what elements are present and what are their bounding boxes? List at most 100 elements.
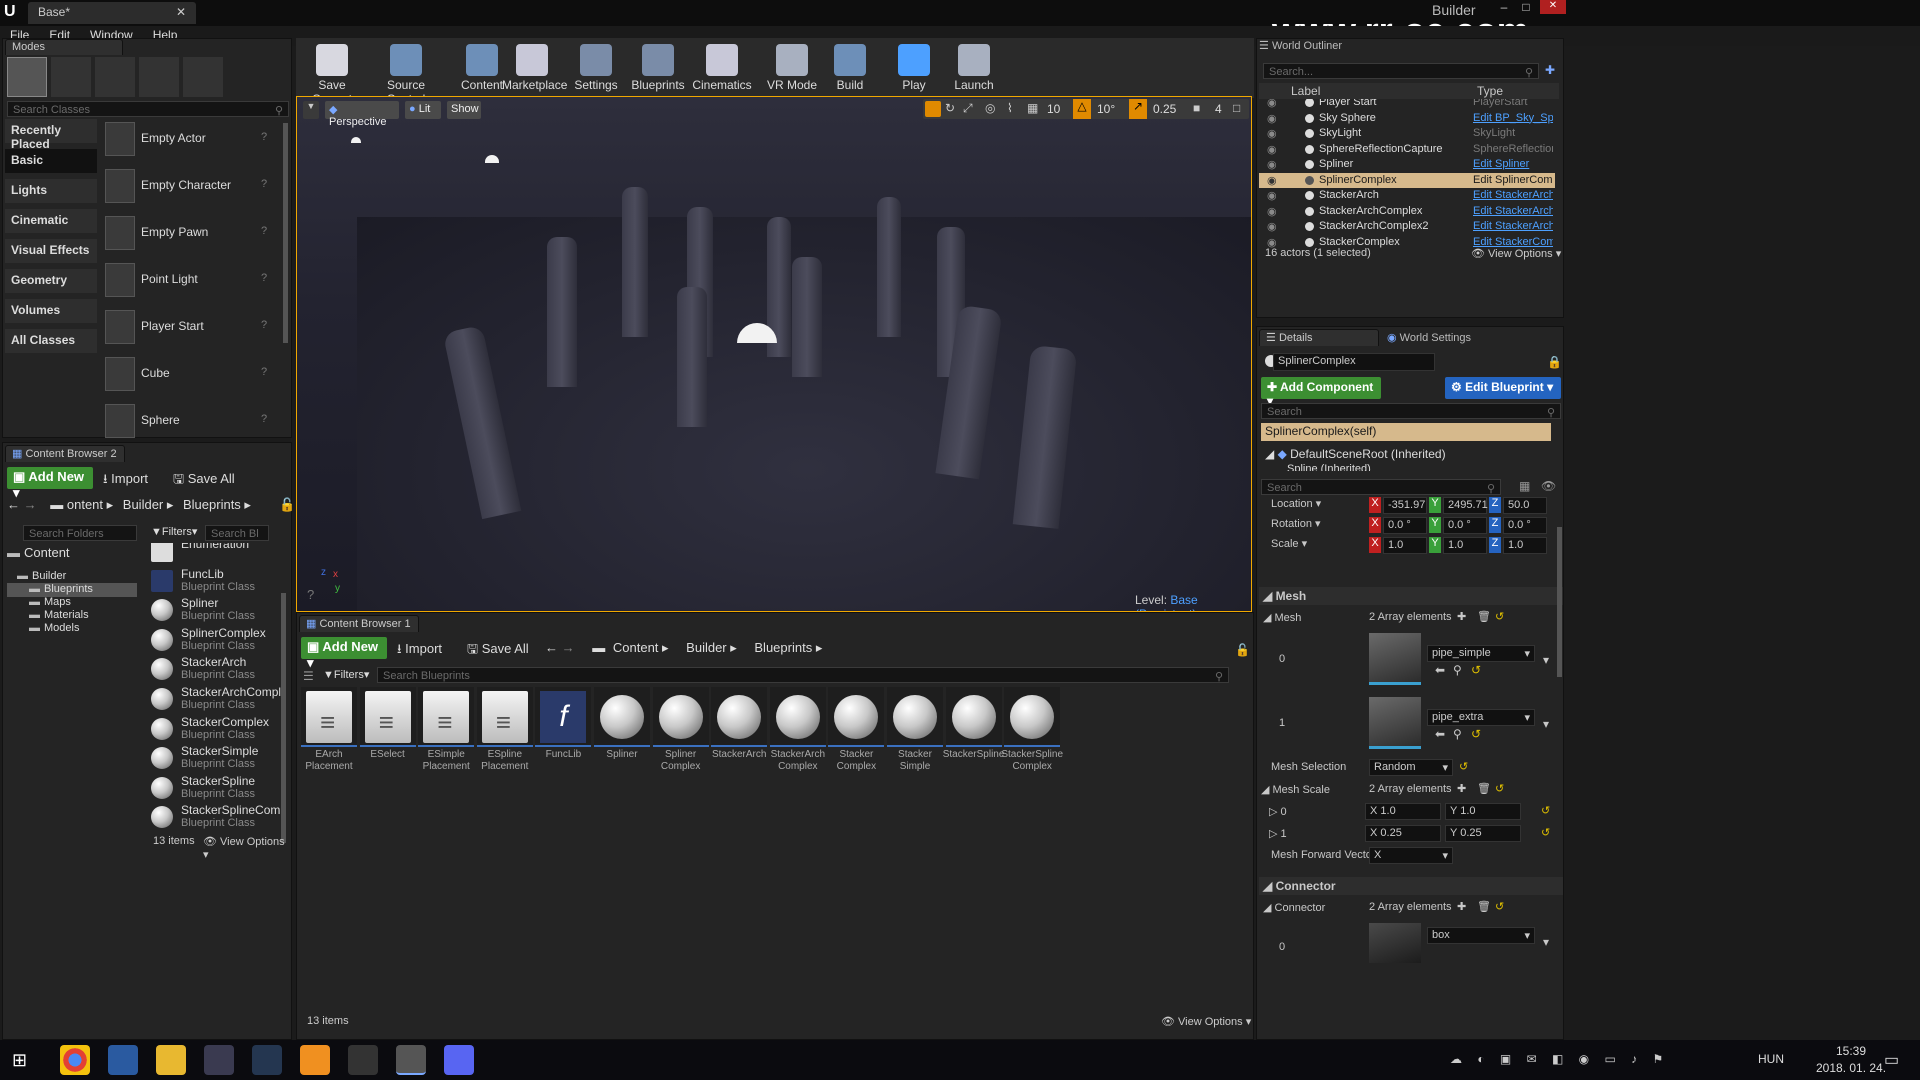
mesh-asset-picker[interactable]: pipe_extra ▾ [1427,709,1535,726]
details-scrollbar[interactable] [1557,527,1562,677]
asset-tile[interactable]: EArchPlacement [301,687,357,783]
connector-label[interactable]: ◢ Connector [1263,901,1325,914]
explorer-icon[interactable] [156,1045,186,1075]
mesh-scale-index[interactable]: ▷ 0 [1269,805,1287,818]
column-type[interactable]: Type [1477,84,1503,98]
help-icon[interactable]: ? [261,366,267,378]
browse-icon[interactable]: ⬅ [1435,663,1445,677]
browse-icon[interactable]: ⬅ [1435,727,1445,741]
lock-icon[interactable]: 🔓 [1235,643,1250,657]
modes-tab[interactable]: Modes [5,39,123,55]
camera-speed-icon[interactable]: ■ [1193,101,1200,115]
category-lights[interactable]: Lights [5,179,97,203]
details-search-input[interactable]: Search ⚲ [1261,479,1501,495]
visibility-icon[interactable]: ◉ [1267,112,1277,125]
scale-snap-value[interactable]: 0.25 [1153,102,1176,116]
asset-tile[interactable]: StackerArch [711,687,768,783]
location-label[interactable]: Location ▾ [1271,497,1321,510]
reset-icon[interactable]: ↺ [1495,610,1504,623]
start-icon[interactable]: ⊞ [12,1050,27,1071]
class-item[interactable]: Cube? [101,354,279,394]
help-icon[interactable]: ? [261,413,267,425]
category-geometry[interactable]: Geometry [5,269,97,293]
tree-folder-builder[interactable]: ▬ Builder [7,570,137,584]
scale-z[interactable]: 1.0 [1503,537,1547,554]
search-classes-input[interactable]: Search Classes ⚲ [7,101,289,117]
list-item[interactable]: StackerComplex Blueprint Class [147,715,281,743]
epic-icon[interactable] [348,1045,378,1075]
notification-icon[interactable]: ▭ [1884,1050,1899,1070]
camera-speed-value[interactable]: 4 [1215,102,1222,116]
steam-icon[interactable] [252,1045,282,1075]
reset-icon[interactable]: ↺ [1495,782,1504,795]
breadcrumb-builder[interactable]: Builder [686,640,726,655]
content-browser-2-tab[interactable]: ▦ Content Browser 2 [5,445,125,462]
unreal-logo-icon[interactable]: U [4,3,24,23]
asset-tile[interactable]: StackerSpline Complex [1001,687,1063,783]
grid-snap-value[interactable]: 10 [1047,102,1060,116]
list-item[interactable]: Spliner Blueprint Class [147,596,281,624]
component-self[interactable]: SplinerComplex(self) [1261,423,1551,441]
search-folders-input[interactable]: Search Folders [23,525,137,541]
view-options-button[interactable]: 👁 View Options ▾ [1161,1015,1251,1028]
asset-tile[interactable]: StackerSpline [943,687,1004,783]
add-element-icon[interactable]: ✚ [1457,610,1466,623]
outliner-row[interactable]: ◉ StackerArch Edit StackerArch [1259,188,1555,203]
world-local-icon[interactable]: ◎ [985,101,995,115]
asset-tile[interactable]: ESelect [359,687,416,783]
list-item[interactable]: FuncLib Blueprint Class [147,567,281,595]
asset-tile[interactable]: ESplinePlacement [476,687,533,783]
visibility-icon[interactable]: ◉ [1267,220,1277,233]
lock-icon[interactable]: 🔓 [279,497,295,513]
mesh-forward-dropdown[interactable]: X ▾ [1369,847,1453,864]
mesh-thumbnail[interactable] [1369,633,1421,685]
class-item[interactable]: Empty Actor? [101,119,279,159]
class-item[interactable]: Player Start? [101,307,279,347]
help-icon[interactable]: ? [261,178,267,190]
rotation-label[interactable]: Rotation ▾ [1271,517,1321,530]
outliner-search-input[interactable]: Search... ⚲ [1263,63,1539,79]
help-icon[interactable]: ? [307,587,314,602]
scale-label[interactable]: Scale ▾ [1271,537,1307,550]
tree-folder-materials[interactable]: ▬ Materials [7,609,137,623]
mesh-scale-x[interactable]: X 0.25 [1365,825,1441,842]
visibility-icon[interactable]: ◉ [1267,189,1277,202]
viewport-options-button[interactable]: ▼ [303,101,319,119]
mesh-scale-y[interactable]: Y 1.0 [1445,803,1521,820]
list-item[interactable]: StackerArch Blueprint Class [147,655,281,683]
location-x[interactable]: -351.97 [1383,497,1427,514]
save-icon[interactable] [108,1045,138,1075]
list-item[interactable]: StackerSimple Blueprint Class [147,744,281,772]
delete-icon[interactable]: 🗑 [1477,900,1491,913]
save-all-button[interactable]: 🖫 Save All [467,640,529,662]
outliner-row[interactable]: ◉ SphereReflectionCapture SphereReflection… [1259,142,1555,157]
list-item[interactable]: Enumeration [147,543,281,565]
actor-name-input[interactable]: SplinerComplex [1273,353,1435,371]
maximize-viewport-icon[interactable]: □ [1233,101,1240,115]
connector-thumbnail[interactable] [1369,923,1421,963]
component-root[interactable]: ◢ ◆ DefaultSceneRoot (Inherited) [1265,447,1446,461]
column-label[interactable]: Label [1291,84,1320,98]
visibility-icon[interactable]: ◉ [1267,205,1277,218]
scale-y[interactable]: 1.0 [1443,537,1487,554]
actor-type[interactable]: Edit StackerComp [1473,236,1553,248]
toolbar-build-button[interactable]: Build [820,38,880,94]
mesh-scale-label[interactable]: ◢ Mesh Scale [1261,783,1330,796]
components-search-input[interactable]: Search ⚲ [1261,403,1561,419]
actor-type[interactable]: Edit Spliner [1473,158,1553,170]
breadcrumb-builder[interactable]: Builder [123,497,163,512]
class-item[interactable]: Point Light? [101,260,279,300]
list-item[interactable]: StackerSpline Blueprint Class [147,774,281,802]
visibility-icon[interactable]: 👁 [1541,479,1556,493]
add-new-button[interactable]: ▣ Add New ▾ [7,467,93,500]
surface-snap-icon[interactable]: ⌇ [1007,101,1013,115]
scale-snap-icon[interactable]: ↗ [1129,99,1147,119]
mesh-label[interactable]: ◢ Mesh [1263,611,1301,624]
outliner-row[interactable]: ◉ StackerArchComplex2 Edit StackerArch [1259,219,1555,234]
rotation-y[interactable]: 0.0 ° [1443,517,1487,534]
perspective-button[interactable]: ◆ Perspective [325,101,399,128]
sources-toggle-icon[interactable]: ☰ [303,669,314,683]
class-item[interactable]: Empty Character? [101,166,279,206]
component-spline[interactable]: Spline (Inherited) [1287,463,1371,471]
find-icon[interactable]: ⚲ [1453,663,1462,677]
